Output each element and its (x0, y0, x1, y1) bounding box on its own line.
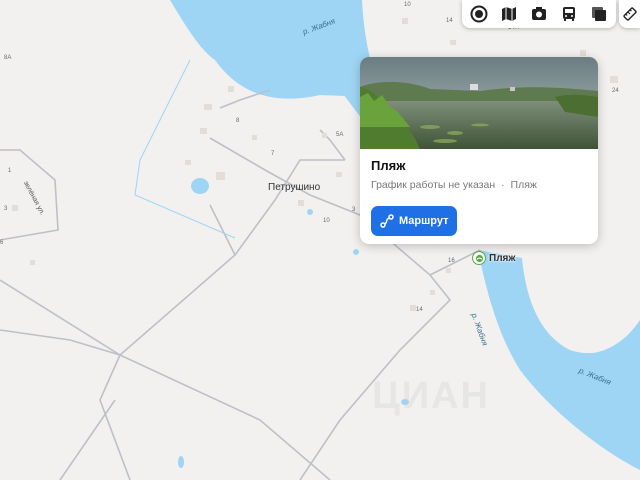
house-number: 7 (271, 151, 275, 157)
layers-icon[interactable] (467, 2, 491, 26)
camera-icon[interactable] (527, 2, 551, 26)
place-category: Пляж (510, 179, 537, 191)
route-button-label: Маршрут (399, 215, 449, 227)
village-label[interactable]: Петрушино (268, 182, 320, 193)
place-card[interactable]: Пляж График работы не указан · Пляж Марш… (360, 57, 598, 244)
panorama-icon[interactable] (587, 2, 611, 26)
house-number: 3 (4, 206, 8, 212)
watermark: ЦИАН (372, 375, 490, 417)
house-number: 10 (323, 218, 330, 224)
route-icon (380, 214, 394, 228)
working-hours: График работы не указан (371, 179, 496, 191)
place-photo[interactable] (360, 57, 598, 149)
house-number: 14 (416, 307, 423, 313)
house-number: 16 (448, 258, 455, 264)
ruler-icon[interactable] (619, 0, 640, 28)
house-number: 1 (8, 168, 12, 174)
house-number: 8А (4, 55, 12, 61)
place-title: Пляж (371, 158, 406, 173)
route-button[interactable]: Маршрут (371, 206, 457, 236)
place-subtitle: График работы не указан · Пляж (371, 179, 537, 191)
house-number: 14 (446, 18, 453, 24)
separator: · (501, 179, 505, 191)
bus-icon[interactable] (557, 2, 581, 26)
beach-poi-marker[interactable]: Пляж (472, 251, 515, 265)
house-number: 24 (612, 88, 619, 94)
house-number: 5А (336, 132, 344, 138)
house-number: 3 (352, 207, 356, 213)
house-number: 6 (0, 240, 4, 246)
map-icon[interactable] (497, 2, 521, 26)
house-number: 8 (236, 118, 240, 124)
house-number: 10 (404, 2, 411, 8)
map-toolbar (462, 0, 616, 28)
beach-icon (472, 251, 486, 265)
poi-label: Пляж (489, 252, 516, 264)
